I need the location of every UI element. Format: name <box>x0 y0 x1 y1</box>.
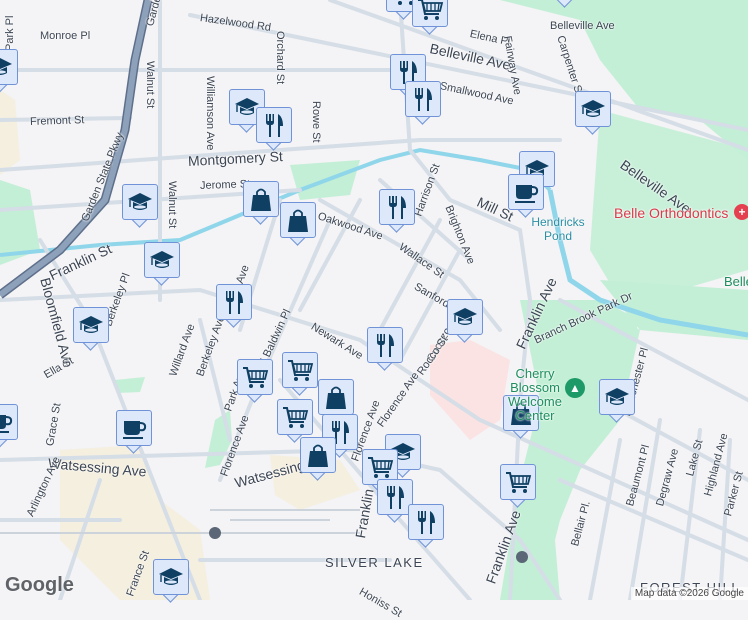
school-icon <box>79 316 103 333</box>
marker-box <box>318 379 354 415</box>
marker-box <box>280 202 316 238</box>
street-label: Rowe St <box>310 101 322 143</box>
area-label-silver-lake: SILVER LAKE <box>325 555 424 570</box>
marker-box <box>144 242 180 278</box>
marker-box <box>0 49 18 85</box>
marker-coffee[interactable] <box>116 410 152 454</box>
marker-pointer <box>555 0 574 8</box>
marker-box <box>575 91 611 127</box>
marker-shopping[interactable] <box>280 202 316 246</box>
medical-icon[interactable]: + <box>734 204 748 220</box>
shopping-icon <box>288 209 308 232</box>
marker-box <box>216 284 252 320</box>
marker-coffee[interactable] <box>0 404 18 448</box>
cart-icon <box>418 0 444 20</box>
cart-icon <box>243 367 269 388</box>
marker-box <box>0 404 18 440</box>
marker-cart[interactable] <box>500 464 536 508</box>
marker-box <box>73 307 109 343</box>
marker-school[interactable] <box>547 0 583 8</box>
marker-cart[interactable] <box>282 352 318 396</box>
street-label: Monroe Pl <box>40 30 91 42</box>
marker-restaurant[interactable] <box>379 189 415 233</box>
street-label: Park Pl <box>4 15 16 51</box>
school-icon <box>159 568 183 585</box>
school-icon <box>150 251 174 268</box>
marker-school[interactable] <box>153 559 189 603</box>
marker-cart[interactable] <box>237 359 273 403</box>
map-attribution[interactable]: Map data ©2026 Google <box>630 587 748 600</box>
marker-box <box>412 0 448 27</box>
street-label: Fremont St <box>29 114 85 128</box>
marker-box <box>379 189 415 225</box>
restaurant-icon <box>415 88 432 111</box>
google-logo: Google <box>5 574 74 596</box>
marker-shopping[interactable] <box>243 181 279 225</box>
school-icon <box>453 308 477 325</box>
marker-restaurant[interactable] <box>405 81 441 125</box>
marker-box <box>447 299 483 335</box>
marker-box <box>408 504 444 540</box>
shopping-icon <box>326 386 346 409</box>
marker-box <box>367 327 403 363</box>
shopping-icon <box>251 188 271 211</box>
marker-box <box>116 410 152 446</box>
coffee-icon <box>515 185 539 203</box>
poi-cherry-blossom[interactable]: Cherry Blossom Welcome Center <box>500 367 570 423</box>
water-label: Hendricks Pond <box>531 215 585 243</box>
cart-icon <box>368 457 394 478</box>
restaurant-icon <box>377 334 394 357</box>
marker-school[interactable] <box>73 307 109 351</box>
street-label: Belleville Ave <box>550 20 615 32</box>
marker-box <box>243 181 279 217</box>
marker-box <box>599 379 635 415</box>
marker-box <box>277 399 313 435</box>
marker-shopping[interactable] <box>300 437 336 481</box>
marker-box <box>508 174 544 210</box>
restaurant-icon <box>389 196 406 219</box>
marker-restaurant[interactable] <box>408 504 444 548</box>
tree-icon[interactable]: ▲ <box>565 378 585 398</box>
marker-box <box>256 107 292 143</box>
marker-box <box>300 437 336 473</box>
restaurant-icon <box>418 511 435 534</box>
poi-belle-partial[interactable]: Belle <box>724 275 748 289</box>
restaurant-icon <box>387 486 404 509</box>
marker-school[interactable] <box>0 49 18 93</box>
shopping-icon <box>308 444 328 467</box>
marker-school[interactable] <box>575 91 611 135</box>
marker-school[interactable] <box>447 299 483 343</box>
marker-box <box>153 559 189 595</box>
marker-box <box>282 352 318 388</box>
marker-school[interactable] <box>599 379 635 423</box>
marker-box <box>500 464 536 500</box>
street-label: Walnut St <box>166 181 178 229</box>
cart-icon <box>506 472 532 493</box>
restaurant-icon <box>266 114 283 137</box>
marker-coffee[interactable] <box>508 174 544 218</box>
school-icon <box>581 100 605 117</box>
street-label: Orchard St <box>274 31 286 85</box>
poi-belle-orthodontics[interactable]: Belle Orthodontics <box>614 205 728 221</box>
street-label: Walnut St <box>144 61 156 109</box>
marker-restaurant[interactable] <box>256 107 292 151</box>
marker-cart[interactable] <box>412 0 448 35</box>
marker-school[interactable] <box>144 242 180 286</box>
cart-icon <box>283 407 309 428</box>
restaurant-icon <box>226 291 243 314</box>
street-label: Williamson Ave <box>204 76 216 151</box>
school-icon <box>0 58 12 75</box>
marker-school[interactable] <box>122 184 158 228</box>
school-icon <box>128 193 152 210</box>
coffee-icon <box>123 421 147 439</box>
school-icon <box>605 388 629 405</box>
cart-icon <box>288 360 314 381</box>
coffee-icon <box>0 415 13 433</box>
marker-box <box>405 81 441 117</box>
marker-box <box>237 359 273 395</box>
marker-restaurant[interactable] <box>216 284 252 328</box>
marker-box <box>122 184 158 220</box>
marker-restaurant[interactable] <box>367 327 403 371</box>
